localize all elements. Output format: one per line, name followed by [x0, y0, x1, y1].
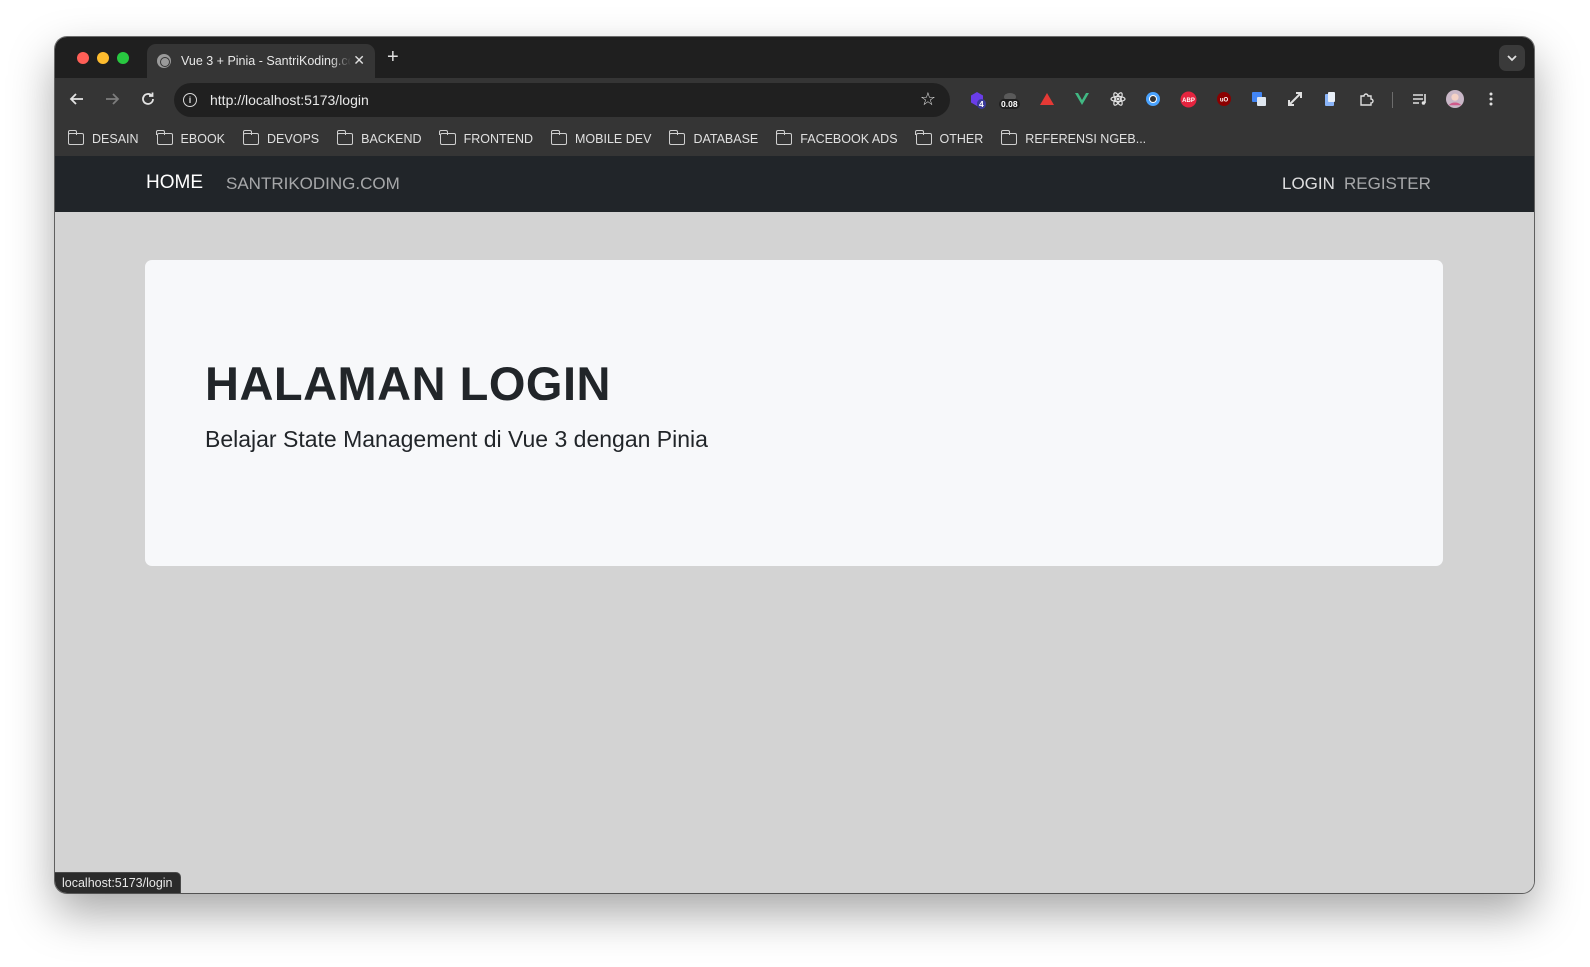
bookmark-folder[interactable]: OTHER — [915, 129, 983, 146]
reload-icon — [142, 92, 154, 105]
site-info-icon[interactable]: i — [183, 93, 197, 107]
folder-icon — [775, 129, 793, 145]
bookmark-folder[interactable]: REFERENSI NGEB... — [1000, 129, 1146, 146]
new-tab-button[interactable]: + — [387, 46, 399, 68]
forward-button[interactable] — [101, 88, 123, 110]
folder-icon — [242, 129, 260, 145]
url-text[interactable]: http://localhost:5173/login — [210, 92, 369, 108]
nav-register-link[interactable]: REGISTER — [1344, 174, 1431, 194]
extension-triangle-icon[interactable] — [1038, 90, 1056, 108]
folder-icon — [336, 129, 354, 145]
bookmark-folder[interactable]: FRONTEND — [439, 129, 533, 146]
folder-icon — [915, 129, 932, 145]
bookmark-folder[interactable]: DESAIN — [67, 129, 139, 146]
bookmark-folder[interactable]: BACKEND — [336, 129, 422, 146]
nav-login-link[interactable]: LOGIN — [1282, 174, 1335, 194]
bookmark-folder[interactable]: FACEBOOK ADS — [775, 129, 898, 146]
tab-close-icon[interactable]: ✕ — [353, 52, 365, 68]
page-subtitle: Belajar State Management di Vue 3 dengan… — [205, 426, 708, 452]
extension-copy-icon[interactable] — [1321, 90, 1339, 108]
profile-avatar[interactable] — [1446, 90, 1464, 108]
extension-ublock-icon[interactable]: uO — [1215, 90, 1233, 108]
browser-window: Vue 3 + Pinia - SantriKoding.com ✕ + i h… — [55, 37, 1534, 893]
folder-icon — [550, 129, 568, 145]
bookmark-star-icon[interactable]: ☆ — [920, 89, 936, 110]
back-button[interactable] — [66, 88, 88, 110]
extensions-puzzle-icon[interactable] — [1357, 90, 1375, 108]
tab-strip: Vue 3 + Pinia - SantriKoding.com ✕ + — [55, 37, 1534, 78]
page-title: HALAMAN LOGIN — [205, 357, 611, 410]
extension-translate-icon[interactable] — [1250, 90, 1268, 108]
reading-list-icon[interactable] — [1411, 90, 1429, 108]
folder-icon — [439, 129, 456, 145]
extension-adblock-plus-icon[interactable]: ABP — [1179, 90, 1197, 108]
chevron-down-icon — [1507, 55, 1517, 62]
bookmarks-bar: DESAIN EBOOK DEVOPS BACKEND FRONTEND MOB… — [55, 121, 1534, 156]
bookmark-folder[interactable]: EBOOK — [156, 129, 225, 146]
toolbar-separator — [1392, 92, 1393, 108]
extension-react-devtools-icon[interactable] — [1109, 90, 1127, 108]
extension-vue-devtools-icon[interactable] — [1073, 90, 1091, 108]
page-content: HALAMAN LOGIN Belajar State Management d… — [55, 212, 1534, 893]
svg-text:ABP: ABP — [1182, 98, 1195, 104]
browser-tab[interactable]: Vue 3 + Pinia - SantriKoding.com ✕ — [147, 44, 375, 78]
status-bar-url: localhost:5173/login — [55, 872, 181, 893]
extension-cloud-icon[interactable]: 0.08 — [999, 90, 1020, 109]
arrow-right-icon — [106, 93, 120, 105]
globe-icon — [157, 54, 171, 68]
app-navbar: HOME SANTRIKODING.COM LOGIN REGISTER — [55, 156, 1534, 212]
extension-expand-icon[interactable] — [1286, 90, 1304, 108]
folder-icon — [67, 129, 84, 145]
bookmark-folder[interactable]: DEVOPS — [242, 129, 319, 146]
bookmark-folder[interactable]: MOBILE DEV — [550, 129, 651, 146]
nav-santrikoding-link[interactable]: SANTRIKODING.COM — [226, 174, 400, 194]
minimize-window-button[interactable] — [97, 52, 109, 64]
maximize-window-button[interactable] — [117, 52, 129, 64]
extension-color-picker-icon[interactable] — [1144, 90, 1162, 108]
browser-toolbar: i http://localhost:5173/login ☆ 4 0.08 A… — [55, 78, 1534, 121]
nav-home-link[interactable]: HOME — [146, 172, 203, 194]
svg-text:uO: uO — [1220, 98, 1229, 104]
folder-icon — [1000, 129, 1018, 145]
tab-search-button[interactable] — [1499, 45, 1525, 71]
reload-button[interactable] — [137, 88, 159, 110]
more-menu-icon[interactable] — [1482, 90, 1500, 108]
close-window-button[interactable] — [77, 52, 89, 64]
arrow-left-icon — [69, 93, 83, 105]
tab-title: Vue 3 + Pinia - SantriKoding.com — [181, 54, 351, 68]
extension-hexagon-icon[interactable]: 4 — [968, 90, 986, 109]
folder-icon — [668, 129, 686, 145]
hero-card: HALAMAN LOGIN Belajar State Management d… — [145, 260, 1443, 566]
bookmark-folder[interactable]: DATABASE — [668, 129, 758, 146]
folder-icon — [156, 129, 173, 145]
address-bar[interactable]: i http://localhost:5173/login ☆ — [174, 83, 950, 117]
